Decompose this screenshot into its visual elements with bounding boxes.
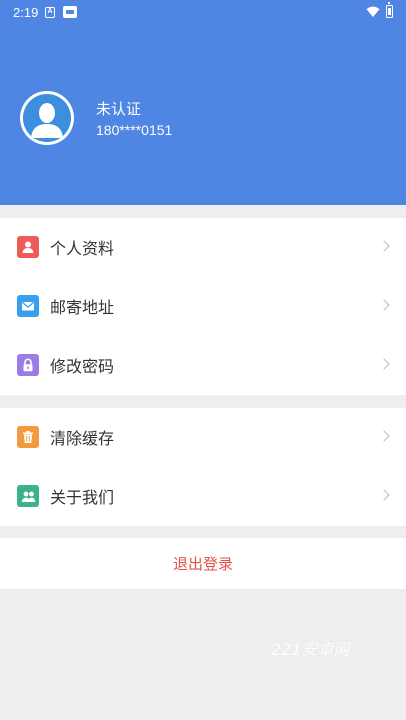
battery-icon: [386, 2, 393, 18]
menu-item-about-us[interactable]: 关于我们: [0, 467, 406, 526]
menu-group-app: 清除缓存 关于我们: [0, 408, 406, 526]
logout-label: 退出登录: [172, 555, 233, 573]
default-user-avatar-icon: [23, 94, 71, 142]
phone-number: 180****0151: [96, 122, 173, 138]
menu-label: 修改密码: [50, 357, 115, 376]
lock-icon: [17, 354, 39, 376]
watermark: 221安卓网: [271, 640, 350, 659]
profile-header: 2:19 A 未认证 180****0151: [0, 0, 406, 205]
chevron-right-icon: [378, 489, 390, 501]
menu-group-account: 个人资料 邮寄地址 修改密码: [0, 218, 406, 395]
menu-item-profile[interactable]: 个人资料: [0, 218, 406, 277]
chevron-right-icon: [378, 299, 390, 311]
menu-label: 关于我们: [50, 488, 115, 507]
a-box-icon: A: [45, 7, 55, 18]
menu-label: 清除缓存: [50, 429, 115, 448]
trash-icon: [17, 426, 39, 448]
people-icon: [17, 485, 39, 507]
logout-button[interactable]: 退出登录: [0, 538, 406, 589]
person-card-icon: [17, 236, 39, 258]
chevron-right-icon: [378, 358, 390, 370]
menu-item-clear-cache[interactable]: 清除缓存: [0, 408, 406, 467]
mail-icon: [17, 295, 39, 317]
verification-status: 未认证: [96, 100, 142, 118]
wifi-icon: [366, 6, 380, 17]
status-bar: 2:19 A: [0, 0, 406, 26]
chevron-right-icon: [378, 430, 390, 442]
menu-label: 邮寄地址: [50, 298, 115, 317]
status-time: 2:19: [13, 5, 39, 20]
menu-item-change-password[interactable]: 修改密码: [0, 336, 406, 395]
chevron-right-icon: [378, 240, 390, 252]
avatar[interactable]: [20, 91, 74, 145]
image-icon: [63, 6, 77, 18]
menu-item-address[interactable]: 邮寄地址: [0, 277, 406, 336]
menu-label: 个人资料: [50, 239, 115, 258]
